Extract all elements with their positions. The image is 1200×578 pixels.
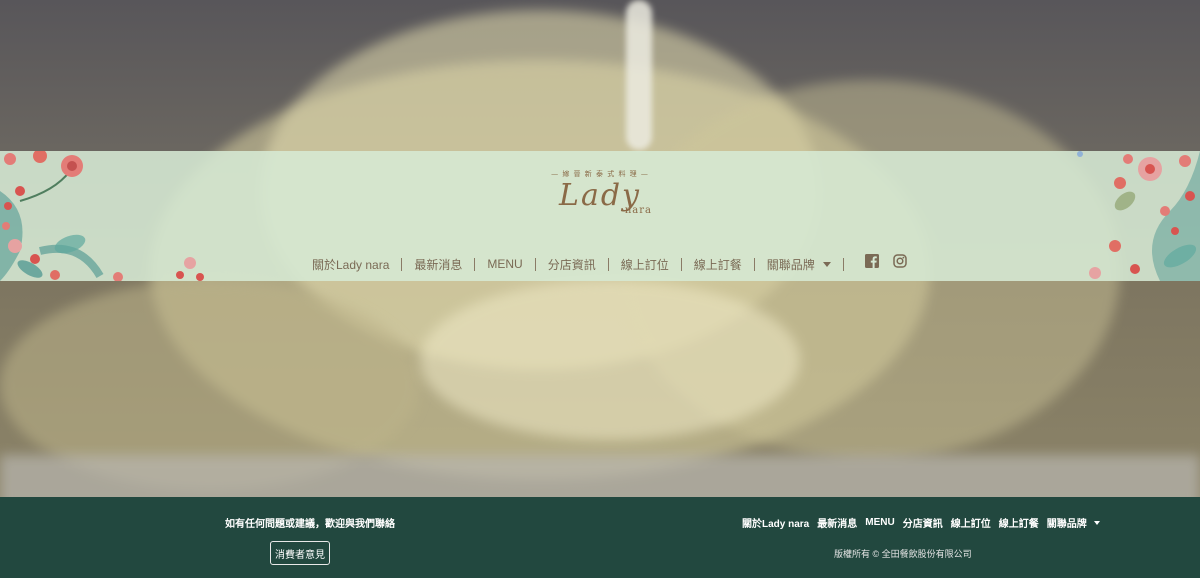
footer-nav-brands-dropdown[interactable]: 關聯品牌: [1047, 515, 1100, 530]
nav-item-menu[interactable]: MENU: [475, 257, 534, 271]
facebook-icon[interactable]: [865, 254, 879, 268]
site-logo[interactable]: — 嫁 晉 新 泰 式 料 理 — Lady nara: [520, 169, 680, 229]
footer-contact-text: 如有任何問題或建議，歡迎與我們聯絡: [225, 519, 395, 530]
site-header: — 嫁 晉 新 泰 式 料 理 — Lady nara 關於Lady nara …: [0, 151, 1200, 281]
nav-item-news[interactable]: 最新消息: [402, 256, 474, 273]
caret-down-icon: [822, 261, 831, 267]
site-footer: 如有任何問題或建議，歡迎與我們聯絡 消費者意見 關於Lady nara 最新消息…: [0, 497, 1200, 578]
consumer-feedback-button[interactable]: 消費者意見: [270, 541, 330, 565]
nav-item-about[interactable]: 關於Lady nara: [300, 256, 401, 273]
footer-nav-stores[interactable]: 分店資訊: [903, 515, 943, 530]
footer-nav-order[interactable]: 線上訂餐: [999, 515, 1039, 530]
nav-item-reservation[interactable]: 線上訂位: [609, 256, 681, 273]
copyright-text: 版權所有 © 全田餐飲股份有限公司: [834, 549, 972, 559]
main-nav: 關於Lady nara 最新消息 MENU 分店資訊 線上訂位 線上訂餐 關聯品…: [300, 254, 844, 274]
floral-decoration-left: [0, 151, 204, 281]
floral-decoration-right: [1077, 151, 1200, 281]
footer-nav-brands-label: 關聯品牌: [1046, 519, 1087, 530]
nav-item-brands-dropdown[interactable]: 關聯品牌: [755, 256, 843, 273]
nav-item-stores[interactable]: 分店資訊: [536, 256, 608, 273]
footer-nav: 關於Lady nara 最新消息 MENU 分店資訊 線上訂位 線上訂餐 關聯品…: [742, 515, 1108, 530]
footer-nav-about[interactable]: 關於Lady nara: [742, 515, 809, 530]
nav-item-order[interactable]: 線上訂餐: [682, 256, 754, 273]
nav-item-brands-label: 關聯品牌: [766, 257, 815, 272]
logo-wordmark: Lady: [559, 178, 641, 213]
nav-separator: [842, 257, 844, 271]
footer-nav-reservation[interactable]: 線上訂位: [951, 515, 991, 530]
caret-down-icon: [1093, 520, 1100, 525]
footer-nav-menu[interactable]: MENU: [865, 517, 894, 528]
logo-sub-wordmark: nara: [624, 205, 652, 216]
instagram-icon[interactable]: [893, 254, 907, 268]
footer-nav-news[interactable]: 最新消息: [817, 515, 857, 530]
